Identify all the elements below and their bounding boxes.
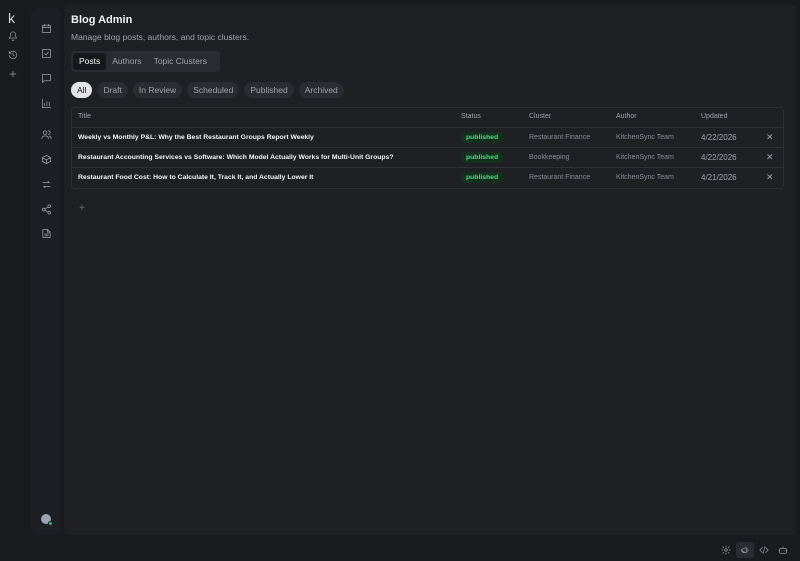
post-cluster: Restaurant Finance [529, 174, 591, 181]
post-title[interactable]: Restaurant Food Cost: How to Calculate I… [78, 174, 313, 181]
column-header-author[interactable]: Author [616, 113, 637, 120]
filter-in-review[interactable]: In Review [132, 82, 183, 98]
filter-all[interactable]: All [71, 82, 93, 98]
delete-row-icon[interactable]: ✕ [766, 152, 774, 163]
column-header-updated[interactable]: Updated [701, 113, 727, 120]
app-logo[interactable]: k [8, 10, 15, 26]
users-icon[interactable] [39, 127, 53, 141]
table-row[interactable]: Weekly vs Monthly P&L: Why the Best Rest… [72, 128, 783, 148]
post-cluster: Bookkeeping [529, 154, 570, 161]
post-updated: 4/22/2026 [701, 133, 737, 142]
gear-icon[interactable] [719, 543, 733, 557]
sidebar-nav [31, 8, 61, 534]
delete-row-icon[interactable]: ✕ [766, 172, 774, 183]
filter-draft[interactable]: Draft [97, 82, 128, 98]
package-icon[interactable] [39, 152, 53, 166]
main-panel: Blog Admin Manage blog posts, authors, a… [64, 4, 796, 535]
history-icon[interactable] [7, 49, 19, 61]
status-badge: published [461, 152, 504, 163]
add-post-button[interactable]: + [79, 203, 85, 214]
online-status-dot [48, 521, 53, 526]
tab-authors[interactable]: Authors [106, 53, 147, 70]
chat-icon[interactable] [39, 71, 53, 85]
post-title[interactable]: Weekly vs Monthly P&L: Why the Best Rest… [78, 134, 314, 141]
share-icon[interactable] [39, 202, 53, 216]
calendar-icon[interactable] [39, 21, 53, 35]
posts-table: Title Status Cluster Author Updated Week… [71, 107, 784, 189]
document-icon[interactable] [39, 226, 53, 240]
status-badge: published [461, 132, 504, 143]
code-icon[interactable] [757, 543, 771, 557]
tab-topic-clusters[interactable]: Topic Clusters [148, 53, 213, 70]
post-title[interactable]: Restaurant Accounting Services vs Softwa… [78, 154, 393, 161]
post-author: KitchenSync Team [616, 174, 674, 181]
post-author: KitchenSync Team [616, 154, 674, 161]
table-row[interactable]: Restaurant Food Cost: How to Calculate I… [72, 168, 783, 188]
tab-bar: Posts Authors Topic Clusters [71, 51, 220, 72]
status-filters: All Draft In Review Scheduled Published … [71, 82, 344, 98]
page-title: Blog Admin [71, 14, 133, 26]
checkbox-icon[interactable] [39, 46, 53, 60]
bar-chart-icon[interactable] [39, 96, 53, 110]
column-header-title[interactable]: Title [78, 113, 91, 120]
column-header-status[interactable]: Status [461, 113, 481, 120]
table-header: Title Status Cluster Author Updated [72, 108, 783, 128]
post-updated: 4/21/2026 [701, 173, 737, 182]
robot-icon[interactable] [776, 543, 790, 557]
plus-icon[interactable] [7, 68, 19, 80]
table-row[interactable]: Restaurant Accounting Services vs Softwa… [72, 148, 783, 168]
tab-posts[interactable]: Posts [73, 53, 107, 70]
filter-published[interactable]: Published [244, 82, 294, 98]
app-rail: k [0, 0, 26, 561]
post-author: KitchenSync Team [616, 134, 674, 141]
column-header-cluster[interactable]: Cluster [529, 113, 551, 120]
post-cluster: Restaurant Finance [529, 134, 591, 141]
status-badge: published [461, 172, 504, 183]
filter-scheduled[interactable]: Scheduled [187, 82, 240, 98]
post-updated: 4/22/2026 [701, 153, 737, 162]
delete-row-icon[interactable]: ✕ [766, 132, 774, 143]
page-subtitle: Manage blog posts, authors, and topic cl… [71, 32, 250, 42]
bell-icon[interactable] [7, 30, 19, 42]
megaphone-icon[interactable] [736, 542, 754, 558]
arrows-swap-icon[interactable] [39, 177, 53, 191]
filter-archived[interactable]: Archived [298, 82, 344, 98]
